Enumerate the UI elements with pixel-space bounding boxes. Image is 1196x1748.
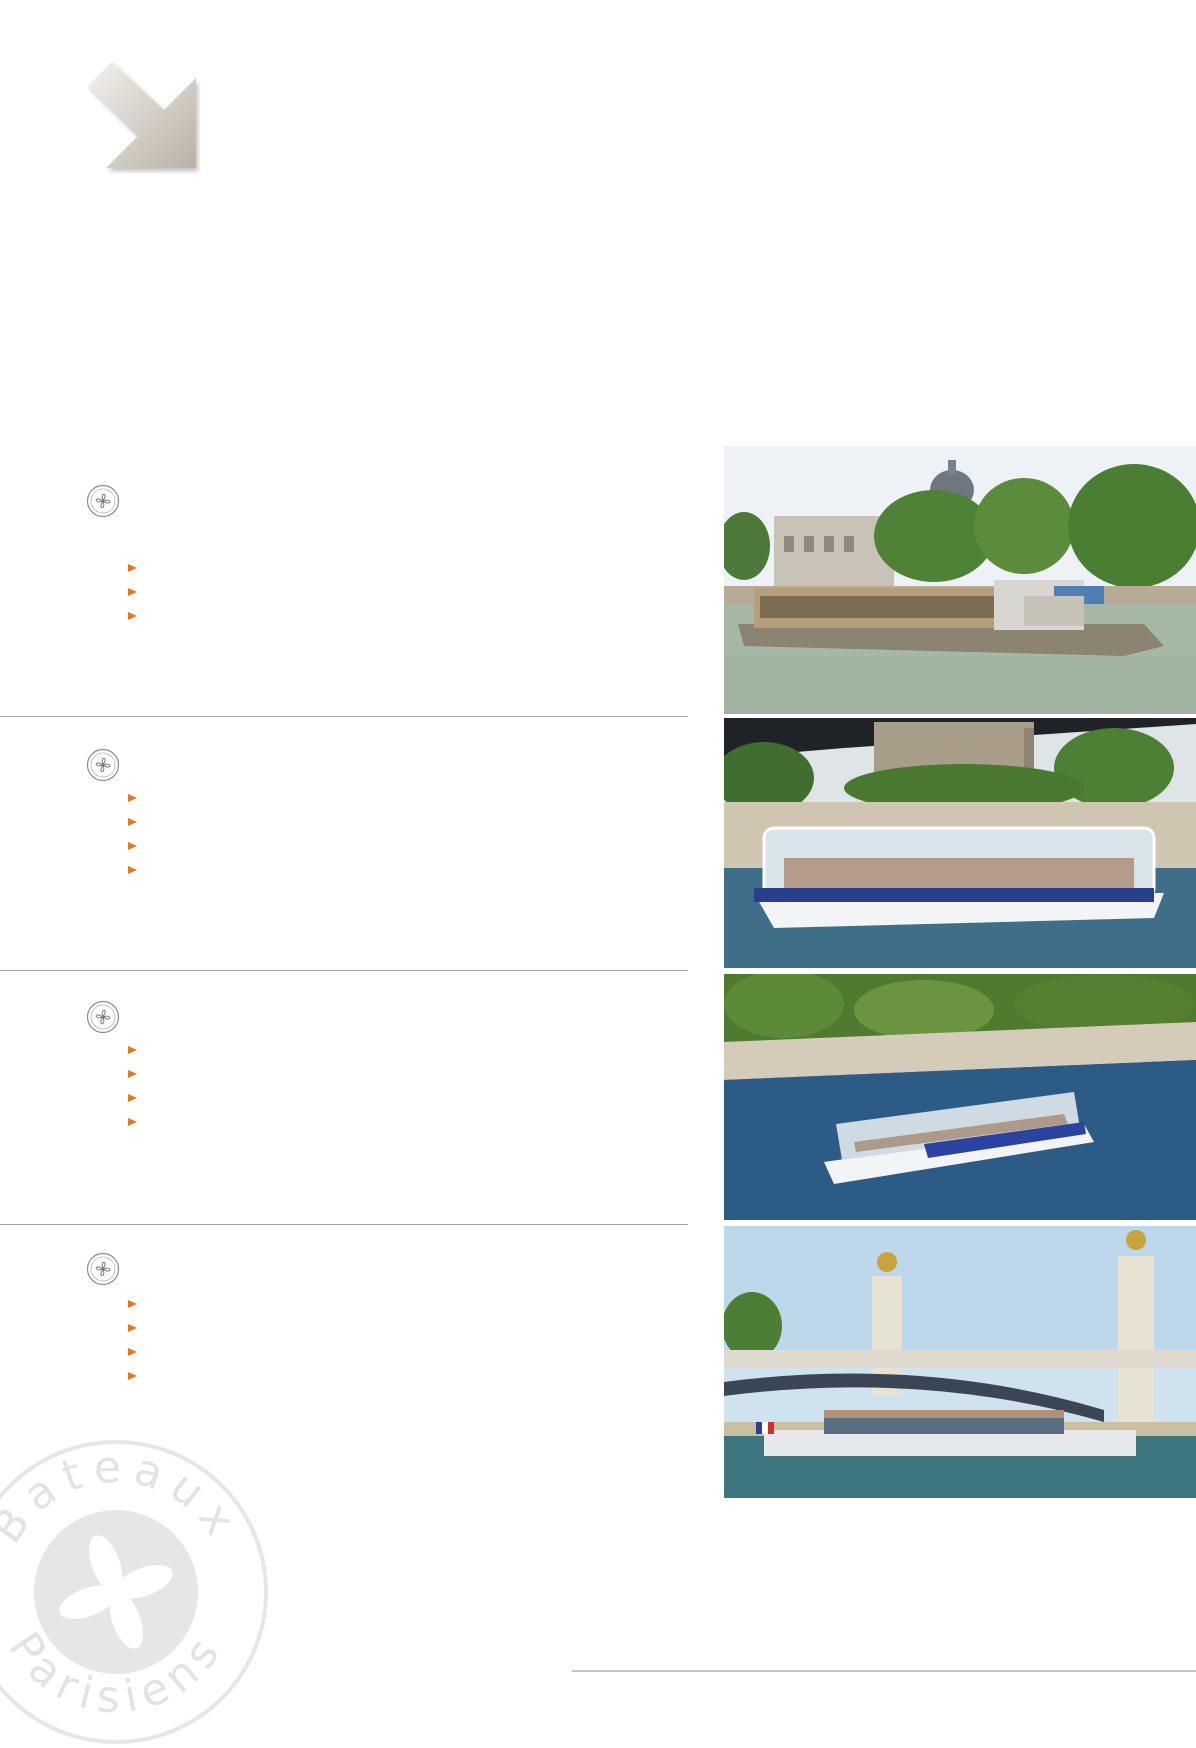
section-divider bbox=[0, 1224, 688, 1225]
rosette-icon bbox=[86, 748, 120, 782]
bullet-marker bbox=[128, 818, 137, 826]
bullet-marker bbox=[128, 866, 137, 874]
bullet-marker bbox=[128, 842, 137, 850]
section-divider bbox=[0, 716, 688, 717]
rosette-icon bbox=[86, 1252, 120, 1286]
bullet-marker bbox=[128, 1046, 137, 1054]
photo-boat-pont-alexandre bbox=[724, 1226, 1196, 1498]
photo-boat-notre-dame bbox=[724, 718, 1196, 968]
footer-rule bbox=[572, 1670, 1196, 1672]
bullet-marker bbox=[128, 1372, 137, 1380]
bullet-marker bbox=[128, 1348, 137, 1356]
bullet-marker bbox=[128, 612, 137, 620]
rosette-icon bbox=[86, 484, 120, 518]
rosette-icon bbox=[86, 1000, 120, 1034]
bullet-marker bbox=[128, 1300, 137, 1308]
bateaux-parisiens-seal-watermark: Bateaux Parisiens bbox=[0, 1440, 268, 1744]
bullet-marker bbox=[128, 564, 137, 572]
bullet-marker bbox=[128, 1070, 137, 1078]
diagonal-arrow-icon bbox=[88, 62, 196, 168]
bullet-marker bbox=[128, 1094, 137, 1102]
section-divider bbox=[0, 970, 688, 971]
photo-boat-on-seine bbox=[724, 974, 1196, 1220]
photo-boat-institut-de-france bbox=[724, 446, 1196, 714]
bullet-marker bbox=[128, 1324, 137, 1332]
bullet-marker bbox=[128, 794, 137, 802]
bullet-marker bbox=[128, 1118, 137, 1126]
bullet-marker bbox=[128, 588, 137, 596]
